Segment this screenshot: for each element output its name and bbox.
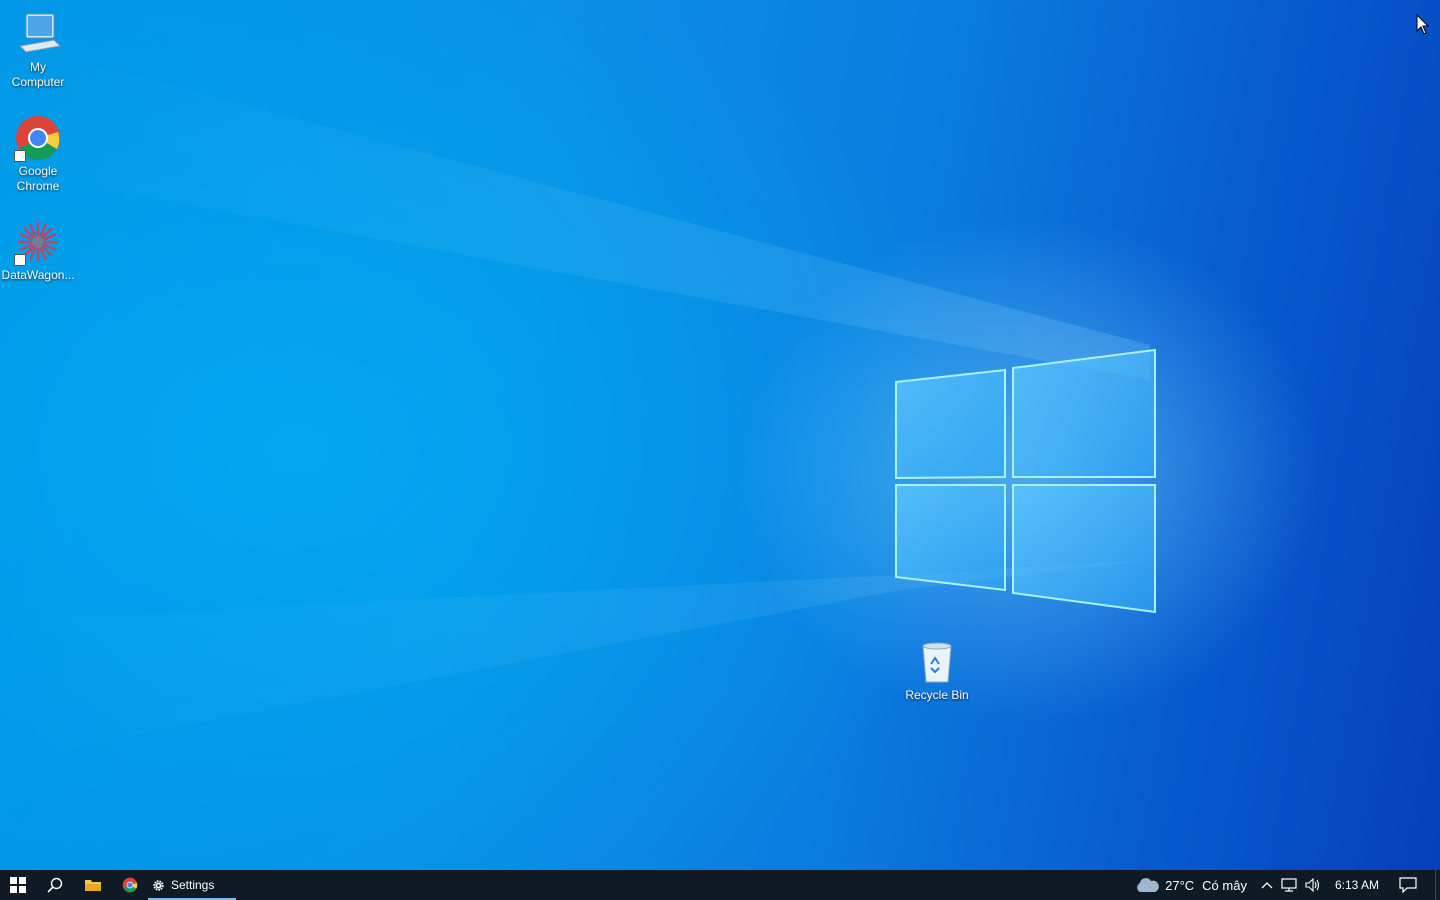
taskbar: Settings 27°C Có mây 6:13 AM — [0, 870, 1440, 900]
chrome-icon — [14, 114, 62, 162]
settings-label: Settings — [171, 878, 215, 892]
datawagon-shortcut[interactable]: DataWagon... — [0, 218, 76, 283]
windows-logo-wallpaper — [0, 40, 1156, 760]
network-button[interactable] — [1277, 870, 1301, 900]
mouse-cursor-icon — [1416, 14, 1430, 35]
shortcut-arrow-icon — [14, 254, 26, 266]
recycle-bin-label: Recycle Bin — [905, 688, 969, 702]
start-button[interactable] — [0, 870, 36, 900]
cloud-icon — [1137, 878, 1159, 892]
desktop-background: My Computer Google Chrome DataWagon... R… — [0, 0, 1440, 870]
recycle-bin-icon — [913, 638, 961, 686]
recycle-bin[interactable]: Recycle Bin — [899, 638, 975, 703]
system-tray: 27°C Có mây 6:13 AM — [1131, 870, 1440, 900]
folder-icon — [85, 880, 101, 891]
windows-start-icon — [10, 877, 26, 893]
show-desktop-button[interactable] — [1435, 870, 1440, 900]
weather-temperature: 27°C — [1165, 877, 1195, 893]
chrome-taskbar-button[interactable] — [112, 870, 148, 900]
datawagon-icon — [14, 218, 62, 266]
notification-icon — [1399, 877, 1417, 893]
gear-icon — [152, 879, 165, 892]
my-computer-shortcut[interactable]: My Computer — [0, 10, 76, 90]
chrome-icon — [122, 877, 138, 893]
search-icon — [47, 877, 63, 893]
file-explorer-button[interactable] — [74, 870, 112, 900]
clock-time: 6:13 AM — [1334, 878, 1379, 892]
network-icon — [1281, 878, 1297, 892]
clock[interactable]: 6:13 AM — [1325, 870, 1393, 900]
action-center-button[interactable] — [1393, 870, 1435, 900]
search-button[interactable] — [36, 870, 74, 900]
speaker-icon — [1305, 878, 1320, 892]
settings-taskbar-button[interactable]: Settings — [148, 870, 236, 900]
google-chrome-shortcut[interactable]: Google Chrome — [0, 114, 76, 194]
my-computer-label: My Computer — [11, 60, 65, 89]
weather-widget[interactable]: 27°C Có mây — [1131, 870, 1257, 900]
chevron-up-icon — [1261, 882, 1273, 889]
computer-icon — [14, 10, 62, 58]
datawagon-label: DataWagon... — [1, 268, 75, 282]
google-chrome-label: Google Chrome — [16, 164, 60, 193]
show-hidden-icons-button[interactable] — [1257, 870, 1277, 900]
volume-button[interactable] — [1301, 870, 1325, 900]
weather-description: Có mây — [1202, 877, 1247, 893]
shortcut-arrow-icon — [14, 150, 26, 162]
